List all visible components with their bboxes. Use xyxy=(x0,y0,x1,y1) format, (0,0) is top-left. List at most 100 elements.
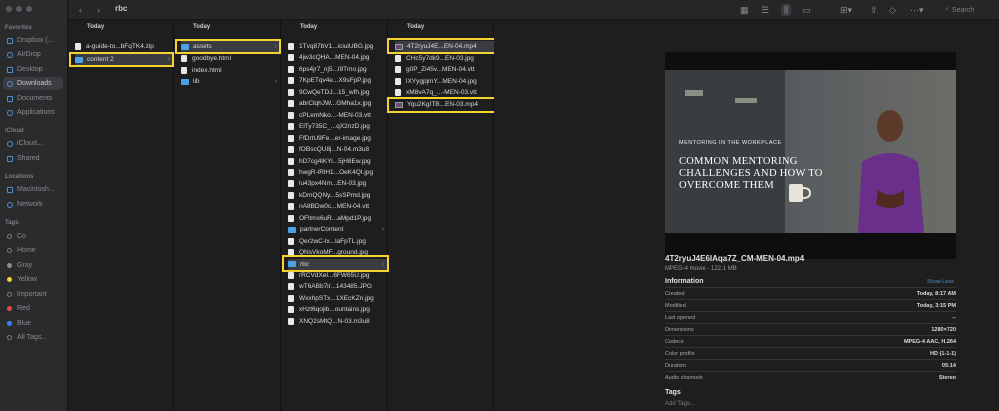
list-item-content-2[interactable]: content 2 › xyxy=(75,54,174,65)
sidebar-tag[interactable]: Blue xyxy=(3,317,63,330)
list-item[interactable]: hD7cg4lKYi...5jH8Ew.jpg xyxy=(288,156,388,167)
list-item[interactable]: 4jw3cQHA...MEN-04.jpg xyxy=(288,52,388,63)
sidebar-item-icloud-drive[interactable]: iCloud... xyxy=(3,137,63,150)
list-item[interactable]: wT6ABb7ir...143485.JPG xyxy=(288,281,388,292)
list-item[interactable]: hwgR-lRlH1...OeK4QI.jpg xyxy=(288,167,388,178)
sidebar-item-downloads[interactable]: Downloads xyxy=(3,77,63,90)
list-item[interactable]: FfDrtU9Fe...er-image.jpg xyxy=(288,133,388,144)
sidebar-item-applications[interactable]: Applications xyxy=(3,106,63,119)
column-header: Today xyxy=(87,24,105,30)
list-item[interactable]: 9CwQeTDJ...15_wfh.jpg xyxy=(288,87,388,98)
list-item[interactable]: nA8BDw0c...MEN-04.vtt xyxy=(288,201,388,212)
share-icon[interactable]: ⇧ xyxy=(870,4,878,16)
group-icon[interactable]: ⊞▾ xyxy=(840,4,852,16)
column-1: Today a-guide-to...bFqTK4.zip content 2 › xyxy=(69,21,174,411)
thumbnail-subtitle: MENTORING IN THE WORKPLACE xyxy=(679,140,782,146)
chevron-right-icon: › xyxy=(381,226,384,234)
folder-icon xyxy=(75,56,83,63)
sidebar-tag[interactable]: Gray xyxy=(3,259,63,272)
search-field[interactable]: ⌕ Search xyxy=(945,4,995,16)
tag-icon[interactable]: ◇ xyxy=(889,4,896,16)
back-icon[interactable]: ‹ xyxy=(79,4,82,16)
sidebar-item-macintosh[interactable]: Macintosh... xyxy=(3,183,63,196)
list-item[interactable]: ElTy735C_...qX2nzD.jpg xyxy=(288,121,388,132)
list-item[interactable]: fOBscQU8j...N-04.m3u8 xyxy=(288,144,388,155)
list-item[interactable]: xM8vA7q_...-MEN-03.vtt xyxy=(395,87,494,98)
list-item[interactable]: cPLemNko...-MEN-03.vtt xyxy=(288,110,388,121)
gallery-view-icon[interactable]: ▭ xyxy=(802,4,811,16)
thumbnail-title: COMMON MENTORING CHALLENGES AND HOW TO O… xyxy=(679,156,823,191)
list-item[interactable]: abrClqhJW...GMha1x.jpg xyxy=(288,98,388,109)
list-item[interactable]: a-guide-to...bFqTK4.zip xyxy=(75,41,174,52)
list-item[interactable]: lXYygpjmY...MEN-04.jpg xyxy=(395,76,494,87)
folder-icon xyxy=(288,226,296,233)
column-2: Today assets › goodbye.html index.html li… xyxy=(175,21,281,411)
sidebar-item-shared[interactable]: Shared xyxy=(3,152,63,165)
forward-icon[interactable]: › xyxy=(97,4,100,16)
list-item[interactable]: WxxhpSTx...1XEcKZn.jpg xyxy=(288,293,388,304)
list-item-video-04[interactable]: 4T2ryuJ4E...EN-04.mp4 xyxy=(395,41,494,52)
sidebar-tag[interactable]: Red xyxy=(3,302,63,315)
video-thumbnail[interactable]: MENTORING IN THE WORKPLACE COMMON MENTOR… xyxy=(665,52,956,259)
list-item[interactable]: 7KpETqv4e...X9sFpP.jpg xyxy=(288,75,388,86)
desktop-icon xyxy=(7,66,13,73)
list-item[interactable]: lu43px4Nm...EN-03.jpg xyxy=(288,178,388,189)
list-item[interactable]: CHc5y7dk9...EN-03.jpg xyxy=(395,53,494,64)
list-item[interactable]: XNQ2sMtQ...N-03.m3u8 xyxy=(288,316,388,327)
info-row-modified: Modified Today, 3:15 PM xyxy=(665,299,956,311)
show-less-link[interactable]: Show Less xyxy=(927,279,954,285)
file-icon xyxy=(288,54,294,62)
list-item[interactable]: g0P_Zi45v...MEN-04.vtt xyxy=(395,64,494,75)
list-view-icon[interactable]: ☰ xyxy=(761,4,769,16)
sidebar-item-documents[interactable]: Documents xyxy=(3,92,63,105)
file-icon xyxy=(288,214,294,222)
file-icon xyxy=(288,180,294,188)
file-icon xyxy=(288,306,294,314)
list-item-rbc[interactable]: rbc › xyxy=(288,258,388,270)
tags-header: Tags xyxy=(665,389,681,396)
sidebar-tag-all[interactable]: All Tags... xyxy=(3,331,63,344)
sidebar-item-network[interactable]: Network xyxy=(3,198,63,211)
sidebar-tag[interactable]: Important xyxy=(3,288,63,301)
list-item[interactable]: rRCVdXel...6FW65U.jpg xyxy=(288,270,388,281)
list-item[interactable]: OFltmx6uR...aMpd1P.jpg xyxy=(288,213,388,224)
column-view-icon[interactable]: ⫼ xyxy=(781,4,792,16)
add-tags-field[interactable]: Add Tags... xyxy=(665,401,695,407)
list-item[interactable]: xHzt6qojib...ountains.jpg xyxy=(288,304,388,315)
list-item[interactable]: 1Tvq87bV1...iciuiUBG.jpg xyxy=(288,41,388,52)
folder-icon xyxy=(7,37,13,44)
more-actions-icon[interactable]: ⋯▾ xyxy=(910,4,924,16)
list-item[interactable]: lib › xyxy=(181,76,281,87)
close-window-button[interactable] xyxy=(6,6,12,12)
minimize-window-button[interactable] xyxy=(16,6,22,12)
file-icon xyxy=(288,157,294,165)
list-item[interactable]: goodbye.html xyxy=(181,53,281,64)
thumbnail-shelf xyxy=(665,70,785,233)
list-item[interactable]: 6ps4jr7_nj5...l9Tmo.jpg xyxy=(288,64,388,75)
zoom-window-button[interactable] xyxy=(26,6,32,12)
tag-dot-icon xyxy=(7,234,12,239)
sidebar-item-airdrop[interactable]: AirDrop xyxy=(3,48,63,61)
file-icon xyxy=(288,203,294,211)
file-icon xyxy=(288,146,294,154)
list-item-assets[interactable]: assets › xyxy=(181,41,281,52)
icon-view-icon[interactable]: ▦ xyxy=(740,4,749,16)
list-item[interactable]: kDmQQNy...5sSPmd.jpg xyxy=(288,190,388,201)
sidebar-tag[interactable]: Co xyxy=(3,230,63,243)
favorites-header: Favorites xyxy=(5,25,32,31)
list-item[interactable]: Qer2wC-lx...laFpTL.jpg xyxy=(288,236,388,247)
list-item[interactable]: partnerContent › xyxy=(288,224,388,235)
sidebar-tag[interactable]: Home xyxy=(3,244,63,257)
list-item[interactable]: QNsVkoMF...ground.jpg xyxy=(288,247,388,258)
sidebar-item-desktop[interactable]: Desktop xyxy=(3,63,63,76)
info-row-duration: Duration 05:14 xyxy=(665,359,956,371)
disk-icon xyxy=(7,186,13,193)
tag-dot-icon xyxy=(7,263,12,268)
file-icon xyxy=(288,191,294,199)
list-item-video-03[interactable]: Yqu2KgITB...EN-03.mp4 xyxy=(395,99,494,110)
list-item[interactable]: index.html xyxy=(181,65,281,76)
sidebar-item-dropbox[interactable]: Dropbox (... xyxy=(3,34,63,47)
tag-dot-icon xyxy=(7,277,12,282)
sidebar-tag[interactable]: Yellow xyxy=(3,273,63,286)
file-icon xyxy=(288,134,294,142)
